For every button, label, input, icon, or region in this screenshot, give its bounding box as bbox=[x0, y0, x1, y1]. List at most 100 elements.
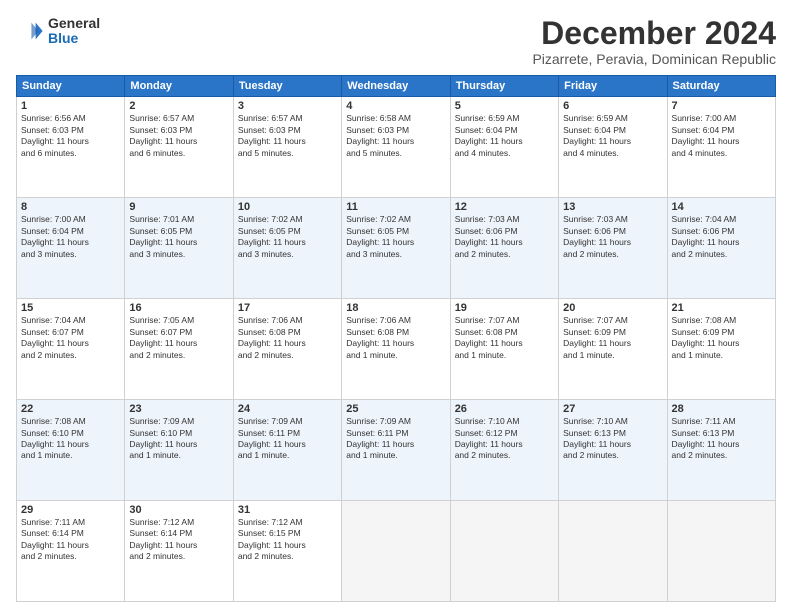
calendar-cell: 3Sunrise: 6:57 AMSunset: 6:03 PMDaylight… bbox=[233, 97, 341, 198]
weekday-header-friday: Friday bbox=[559, 76, 667, 97]
day-info: Sunrise: 7:00 AMSunset: 6:04 PMDaylight:… bbox=[21, 214, 120, 260]
day-number: 16 bbox=[129, 302, 228, 314]
day-number: 11 bbox=[346, 201, 445, 213]
day-number: 5 bbox=[455, 100, 554, 112]
calendar-cell: 21Sunrise: 7:08 AMSunset: 6:09 PMDayligh… bbox=[667, 299, 775, 400]
week-row-2: 8Sunrise: 7:00 AMSunset: 6:04 PMDaylight… bbox=[17, 198, 776, 299]
day-info: Sunrise: 7:08 AMSunset: 6:09 PMDaylight:… bbox=[672, 315, 771, 361]
day-info: Sunrise: 7:04 AMSunset: 6:07 PMDaylight:… bbox=[21, 315, 120, 361]
calendar-cell: 13Sunrise: 7:03 AMSunset: 6:06 PMDayligh… bbox=[559, 198, 667, 299]
day-info: Sunrise: 7:04 AMSunset: 6:06 PMDaylight:… bbox=[672, 214, 771, 260]
calendar-cell: 2Sunrise: 6:57 AMSunset: 6:03 PMDaylight… bbox=[125, 97, 233, 198]
calendar-cell: 5Sunrise: 6:59 AMSunset: 6:04 PMDaylight… bbox=[450, 97, 558, 198]
day-number: 25 bbox=[346, 403, 445, 415]
day-number: 8 bbox=[21, 201, 120, 213]
page: General Blue December 2024 Pizarrete, Pe… bbox=[0, 0, 792, 612]
weekday-header-wednesday: Wednesday bbox=[342, 76, 450, 97]
day-number: 14 bbox=[672, 201, 771, 213]
day-number: 2 bbox=[129, 100, 228, 112]
calendar-cell bbox=[667, 501, 775, 602]
calendar-cell: 29Sunrise: 7:11 AMSunset: 6:14 PMDayligh… bbox=[17, 501, 125, 602]
calendar-cell: 15Sunrise: 7:04 AMSunset: 6:07 PMDayligh… bbox=[17, 299, 125, 400]
day-info: Sunrise: 7:12 AMSunset: 6:14 PMDaylight:… bbox=[129, 517, 228, 563]
day-number: 28 bbox=[672, 403, 771, 415]
day-number: 6 bbox=[563, 100, 662, 112]
calendar-cell: 22Sunrise: 7:08 AMSunset: 6:10 PMDayligh… bbox=[17, 400, 125, 501]
calendar-cell: 8Sunrise: 7:00 AMSunset: 6:04 PMDaylight… bbox=[17, 198, 125, 299]
location: Pizarrete, Peravia, Dominican Republic bbox=[532, 51, 776, 67]
logo-blue: Blue bbox=[48, 31, 100, 46]
day-number: 7 bbox=[672, 100, 771, 112]
calendar-cell: 18Sunrise: 7:06 AMSunset: 6:08 PMDayligh… bbox=[342, 299, 450, 400]
day-number: 13 bbox=[563, 201, 662, 213]
weekday-header-row: SundayMondayTuesdayWednesdayThursdayFrid… bbox=[17, 76, 776, 97]
calendar-cell: 10Sunrise: 7:02 AMSunset: 6:05 PMDayligh… bbox=[233, 198, 341, 299]
calendar-cell: 26Sunrise: 7:10 AMSunset: 6:12 PMDayligh… bbox=[450, 400, 558, 501]
day-info: Sunrise: 6:56 AMSunset: 6:03 PMDaylight:… bbox=[21, 113, 120, 159]
day-number: 31 bbox=[238, 504, 337, 516]
day-number: 3 bbox=[238, 100, 337, 112]
calendar-cell: 12Sunrise: 7:03 AMSunset: 6:06 PMDayligh… bbox=[450, 198, 558, 299]
logo-text: General Blue bbox=[48, 16, 100, 47]
day-number: 19 bbox=[455, 302, 554, 314]
logo: General Blue bbox=[16, 16, 100, 47]
calendar-cell: 27Sunrise: 7:10 AMSunset: 6:13 PMDayligh… bbox=[559, 400, 667, 501]
day-info: Sunrise: 7:07 AMSunset: 6:09 PMDaylight:… bbox=[563, 315, 662, 361]
calendar-cell: 6Sunrise: 6:59 AMSunset: 6:04 PMDaylight… bbox=[559, 97, 667, 198]
day-number: 4 bbox=[346, 100, 445, 112]
weekday-header-saturday: Saturday bbox=[667, 76, 775, 97]
weekday-header-tuesday: Tuesday bbox=[233, 76, 341, 97]
month-title: December 2024 bbox=[532, 16, 776, 51]
logo-icon bbox=[16, 17, 44, 45]
week-row-3: 15Sunrise: 7:04 AMSunset: 6:07 PMDayligh… bbox=[17, 299, 776, 400]
day-number: 20 bbox=[563, 302, 662, 314]
day-number: 24 bbox=[238, 403, 337, 415]
day-number: 15 bbox=[21, 302, 120, 314]
day-info: Sunrise: 7:10 AMSunset: 6:12 PMDaylight:… bbox=[455, 416, 554, 462]
day-number: 21 bbox=[672, 302, 771, 314]
day-info: Sunrise: 7:01 AMSunset: 6:05 PMDaylight:… bbox=[129, 214, 228, 260]
calendar-cell: 14Sunrise: 7:04 AMSunset: 6:06 PMDayligh… bbox=[667, 198, 775, 299]
calendar-cell: 9Sunrise: 7:01 AMSunset: 6:05 PMDaylight… bbox=[125, 198, 233, 299]
day-number: 10 bbox=[238, 201, 337, 213]
day-info: Sunrise: 7:11 AMSunset: 6:13 PMDaylight:… bbox=[672, 416, 771, 462]
day-info: Sunrise: 7:03 AMSunset: 6:06 PMDaylight:… bbox=[455, 214, 554, 260]
day-info: Sunrise: 7:12 AMSunset: 6:15 PMDaylight:… bbox=[238, 517, 337, 563]
calendar-cell bbox=[559, 501, 667, 602]
week-row-5: 29Sunrise: 7:11 AMSunset: 6:14 PMDayligh… bbox=[17, 501, 776, 602]
calendar-cell: 11Sunrise: 7:02 AMSunset: 6:05 PMDayligh… bbox=[342, 198, 450, 299]
calendar-cell bbox=[450, 501, 558, 602]
day-info: Sunrise: 7:02 AMSunset: 6:05 PMDaylight:… bbox=[238, 214, 337, 260]
title-section: December 2024 Pizarrete, Peravia, Domini… bbox=[532, 16, 776, 67]
calendar-cell: 30Sunrise: 7:12 AMSunset: 6:14 PMDayligh… bbox=[125, 501, 233, 602]
calendar-cell: 24Sunrise: 7:09 AMSunset: 6:11 PMDayligh… bbox=[233, 400, 341, 501]
calendar-cell: 31Sunrise: 7:12 AMSunset: 6:15 PMDayligh… bbox=[233, 501, 341, 602]
day-info: Sunrise: 7:11 AMSunset: 6:14 PMDaylight:… bbox=[21, 517, 120, 563]
day-number: 22 bbox=[21, 403, 120, 415]
calendar-cell: 7Sunrise: 7:00 AMSunset: 6:04 PMDaylight… bbox=[667, 97, 775, 198]
day-info: Sunrise: 7:09 AMSunset: 6:11 PMDaylight:… bbox=[238, 416, 337, 462]
day-info: Sunrise: 7:06 AMSunset: 6:08 PMDaylight:… bbox=[238, 315, 337, 361]
day-number: 9 bbox=[129, 201, 228, 213]
day-number: 23 bbox=[129, 403, 228, 415]
day-info: Sunrise: 6:58 AMSunset: 6:03 PMDaylight:… bbox=[346, 113, 445, 159]
calendar-cell: 25Sunrise: 7:09 AMSunset: 6:11 PMDayligh… bbox=[342, 400, 450, 501]
day-info: Sunrise: 7:02 AMSunset: 6:05 PMDaylight:… bbox=[346, 214, 445, 260]
day-info: Sunrise: 7:09 AMSunset: 6:11 PMDaylight:… bbox=[346, 416, 445, 462]
day-info: Sunrise: 6:59 AMSunset: 6:04 PMDaylight:… bbox=[455, 113, 554, 159]
calendar-cell: 1Sunrise: 6:56 AMSunset: 6:03 PMDaylight… bbox=[17, 97, 125, 198]
calendar-cell: 17Sunrise: 7:06 AMSunset: 6:08 PMDayligh… bbox=[233, 299, 341, 400]
day-number: 1 bbox=[21, 100, 120, 112]
day-info: Sunrise: 7:09 AMSunset: 6:10 PMDaylight:… bbox=[129, 416, 228, 462]
day-info: Sunrise: 7:00 AMSunset: 6:04 PMDaylight:… bbox=[672, 113, 771, 159]
weekday-header-sunday: Sunday bbox=[17, 76, 125, 97]
calendar-cell: 16Sunrise: 7:05 AMSunset: 6:07 PMDayligh… bbox=[125, 299, 233, 400]
day-info: Sunrise: 7:10 AMSunset: 6:13 PMDaylight:… bbox=[563, 416, 662, 462]
day-info: Sunrise: 7:08 AMSunset: 6:10 PMDaylight:… bbox=[21, 416, 120, 462]
calendar-cell: 4Sunrise: 6:58 AMSunset: 6:03 PMDaylight… bbox=[342, 97, 450, 198]
day-info: Sunrise: 7:07 AMSunset: 6:08 PMDaylight:… bbox=[455, 315, 554, 361]
day-number: 27 bbox=[563, 403, 662, 415]
day-info: Sunrise: 6:57 AMSunset: 6:03 PMDaylight:… bbox=[129, 113, 228, 159]
logo-general: General bbox=[48, 16, 100, 31]
day-number: 30 bbox=[129, 504, 228, 516]
